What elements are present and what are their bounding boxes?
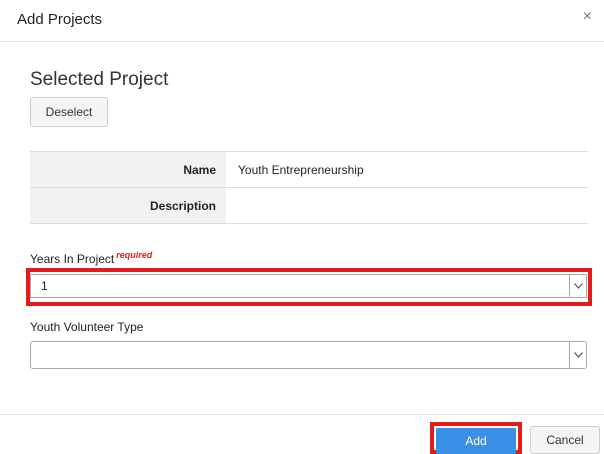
name-value: Youth Entrepreneurship	[226, 151, 588, 188]
selected-project-heading: Selected Project	[30, 69, 169, 90]
years-in-project-label-text: Years In Project	[30, 252, 115, 266]
required-indicator: required	[116, 250, 153, 260]
project-details-table: Name Youth Entrepreneurship Description	[30, 151, 588, 224]
add-button[interactable]: Add	[436, 428, 516, 454]
footer-divider	[0, 414, 604, 415]
dialog-title: Add Projects	[17, 11, 103, 28]
table-row: Description	[30, 187, 588, 224]
cancel-button[interactable]: Cancel	[530, 426, 600, 454]
years-in-project-label: Years In Project required	[30, 250, 152, 266]
youth-volunteer-type-select[interactable]	[30, 341, 587, 369]
youth-volunteer-type-label: Youth Volunteer Type	[30, 320, 144, 334]
description-label: Description	[30, 187, 226, 224]
years-in-project-value: 1	[41, 279, 48, 293]
chevron-down-icon[interactable]	[569, 275, 586, 297]
description-value	[226, 187, 588, 224]
close-icon[interactable]: ×	[583, 9, 592, 25]
years-in-project-select[interactable]: 1	[30, 274, 587, 298]
dialog-header: Add Projects ×	[0, 0, 604, 42]
deselect-button[interactable]: Deselect	[30, 97, 108, 127]
name-label: Name	[30, 151, 226, 188]
chevron-down-icon[interactable]	[569, 342, 586, 368]
table-row: Name Youth Entrepreneurship	[30, 151, 588, 188]
